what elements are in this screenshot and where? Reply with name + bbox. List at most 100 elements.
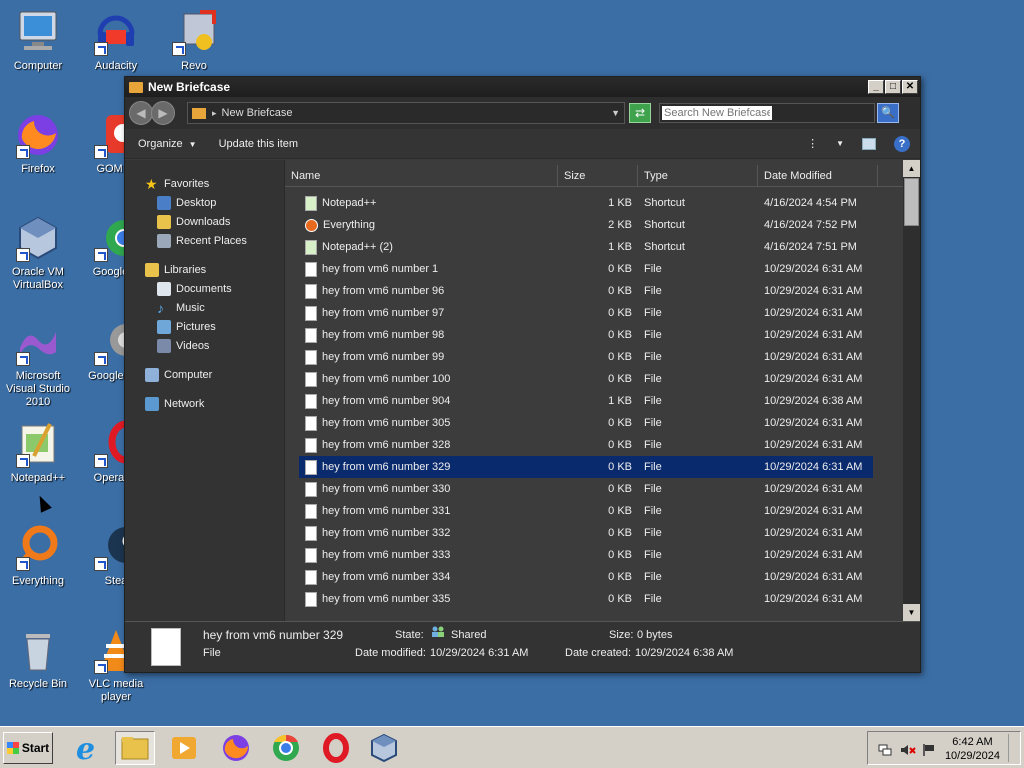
- column-header-name[interactable]: Name: [285, 165, 558, 186]
- nav-libraries[interactable]: Libraries: [125, 260, 284, 279]
- search-box[interactable]: [659, 103, 875, 123]
- file-size: 0 KB: [608, 351, 632, 363]
- file-row[interactable]: hey from vm6 number 335 0 KB File 10/29/202…: [299, 588, 873, 610]
- file-row[interactable]: hey from vm6 number 1 0 KB File 10/29/2024 …: [299, 258, 873, 280]
- view-options-icon[interactable]: ⋮: [807, 137, 818, 150]
- file-row[interactable]: hey from vm6 number 330 0 KB File 10/29/202…: [299, 478, 873, 500]
- file-icon: [305, 569, 317, 585]
- notepadpp-icon: [14, 420, 62, 468]
- scroll-thumb[interactable]: [904, 178, 919, 226]
- update-item-button[interactable]: Update this item: [219, 138, 298, 150]
- file-row[interactable]: hey from vm6 number 328 0 KB File 10/29/202…: [299, 434, 873, 456]
- show-desktop-button[interactable]: [1008, 734, 1018, 762]
- network-icon[interactable]: [878, 744, 892, 756]
- file-row[interactable]: Notepad++ (2) 1 KB Shortcut 4/16/2024 7:51 …: [299, 236, 873, 258]
- minimize-button[interactable]: _: [868, 80, 884, 94]
- help-icon[interactable]: ?: [894, 135, 910, 152]
- desktop-icon-revo[interactable]: Revo: [156, 8, 232, 73]
- vertical-scrollbar[interactable]: ▲ ▼: [903, 160, 920, 621]
- taskbar-opera[interactable]: [316, 731, 356, 765]
- file-row[interactable]: hey from vm6 number 99 0 KB File 10/29/2024…: [299, 346, 873, 368]
- refresh-button[interactable]: ⇄: [629, 103, 651, 123]
- file-row[interactable]: hey from vm6 number 97 0 KB File 10/29/2024…: [299, 302, 873, 324]
- chevron-down-icon[interactable]: ▼: [611, 108, 620, 118]
- nav-favorites[interactable]: ★ Favorites: [125, 174, 284, 193]
- title-bar[interactable]: New Briefcase _ □ ✕: [125, 77, 920, 97]
- nav-label: Music: [176, 301, 205, 314]
- file-row[interactable]: hey from vm6 number 333 0 KB File 10/29/202…: [299, 544, 873, 566]
- file-row[interactable]: hey from vm6 number 329 0 KB File 10/29/202…: [299, 456, 873, 478]
- file-row[interactable]: hey from vm6 number 334 0 KB File 10/29/202…: [299, 566, 873, 588]
- column-header-type[interactable]: Type: [638, 165, 758, 186]
- nav-recent-places[interactable]: Recent Places: [125, 231, 284, 250]
- desktop-icon-audacity[interactable]: Audacity: [78, 8, 154, 73]
- column-header-date-modified[interactable]: Date Modified: [758, 165, 878, 186]
- file-name: hey from vm6 number 305: [322, 417, 451, 429]
- desktop-icon-recycle-bin[interactable]: Recycle Bin: [0, 626, 76, 691]
- nav-desktop[interactable]: Desktop: [125, 193, 284, 212]
- search-input[interactable]: [662, 106, 772, 120]
- clock-time: 6:42 AM: [952, 736, 993, 748]
- file-row[interactable]: hey from vm6 number 331 0 KB File 10/29/202…: [299, 500, 873, 522]
- file-row[interactable]: hey from vm6 number 332 0 KB File 10/29/202…: [299, 522, 873, 544]
- chevron-down-icon[interactable]: ▼: [836, 139, 844, 148]
- desktop-icon-firefox[interactable]: Firefox: [0, 111, 76, 176]
- desktop-icon-computer[interactable]: Computer: [0, 8, 76, 73]
- nav-network[interactable]: Network: [125, 394, 284, 413]
- nav-videos[interactable]: Videos: [125, 336, 284, 355]
- shared-users-icon: [431, 626, 445, 641]
- nav-downloads[interactable]: Downloads: [125, 212, 284, 231]
- scroll-up-icon[interactable]: ▲: [903, 160, 920, 177]
- desktop-icon-everything[interactable]: Everything: [0, 523, 76, 588]
- desktop-icon-virtualbox[interactable]: Oracle VM VirtualBox: [0, 214, 76, 292]
- everything-icon: [14, 523, 62, 571]
- column-header-size[interactable]: Size: [558, 165, 638, 186]
- preview-pane-icon[interactable]: [862, 137, 876, 150]
- folder-icon: [129, 81, 143, 93]
- volume-muted-icon[interactable]: [900, 744, 916, 756]
- taskbar-chrome[interactable]: [266, 731, 306, 765]
- nav-music[interactable]: ♪ Music: [125, 298, 284, 317]
- nav-computer[interactable]: Computer: [125, 365, 284, 384]
- action-center-flag-icon[interactable]: [922, 744, 936, 756]
- recycle-bin-icon: [14, 626, 62, 674]
- close-button[interactable]: ✕: [902, 80, 918, 94]
- file-row[interactable]: hey from vm6 number 305 0 KB File 10/29/202…: [299, 412, 873, 434]
- file-row[interactable]: hey from vm6 number 904 1 KB File 10/29/202…: [299, 390, 873, 412]
- organize-button[interactable]: Organize ▼: [138, 138, 197, 150]
- file-row[interactable]: Everything 2 KB Shortcut 4/16/2024 7:52 PM: [299, 214, 873, 236]
- nav-documents[interactable]: Documents: [125, 279, 284, 298]
- file-name-cell: hey from vm6 number 334: [299, 569, 558, 585]
- file-size: 0 KB: [608, 263, 632, 275]
- file-row[interactable]: Notepad++ 1 KB Shortcut 4/16/2024 4:54 PM: [299, 192, 873, 214]
- breadcrumb-arrow-icon[interactable]: ▸: [212, 108, 217, 119]
- taskbar-virtualbox[interactable]: [364, 731, 404, 765]
- address-field[interactable]: ▸ New Briefcase ▼: [187, 102, 625, 124]
- forward-button[interactable]: ▶: [151, 101, 175, 125]
- taskbar-firefox[interactable]: [216, 731, 256, 765]
- desktop-icon-visual-studio[interactable]: Microsoft Visual Studio 2010: [0, 318, 76, 409]
- taskbar-explorer[interactable]: [115, 731, 155, 765]
- taskbar-media-player[interactable]: [164, 731, 204, 765]
- file-row[interactable]: hey from vm6 number 96 0 KB File 10/29/2024…: [299, 280, 873, 302]
- nav-label: Favorites: [164, 177, 210, 190]
- file-type: Shortcut: [644, 197, 685, 209]
- taskbar-internet-explorer[interactable]: e: [68, 731, 108, 765]
- maximize-button[interactable]: □: [885, 80, 901, 94]
- file-icon: [305, 481, 317, 497]
- back-button[interactable]: ◀: [129, 101, 153, 125]
- file-list: Notepad++ 1 KB Shortcut 4/16/2024 4:54 PM Ev…: [285, 187, 920, 610]
- shortcut-icon: [305, 239, 317, 255]
- file-row[interactable]: hey from vm6 number 100 0 KB File 10/29/202…: [299, 368, 873, 390]
- search-icon[interactable]: 🔍: [877, 103, 899, 123]
- details-modified-label: Date modified:: [355, 647, 426, 659]
- file-size: 0 KB: [608, 329, 632, 341]
- desktop-icon-notepadpp[interactable]: Notepad++: [0, 420, 76, 485]
- nav-pictures[interactable]: Pictures: [125, 317, 284, 336]
- clock-date: 10/29/2024: [944, 750, 1000, 762]
- scroll-down-icon[interactable]: ▼: [903, 604, 920, 621]
- clock[interactable]: 6:42 AM 10/29/2024: [945, 735, 1000, 763]
- start-button[interactable]: Start: [3, 732, 53, 764]
- file-row[interactable]: hey from vm6 number 98 0 KB File 10/29/2024…: [299, 324, 873, 346]
- breadcrumb-current[interactable]: New Briefcase: [222, 107, 293, 119]
